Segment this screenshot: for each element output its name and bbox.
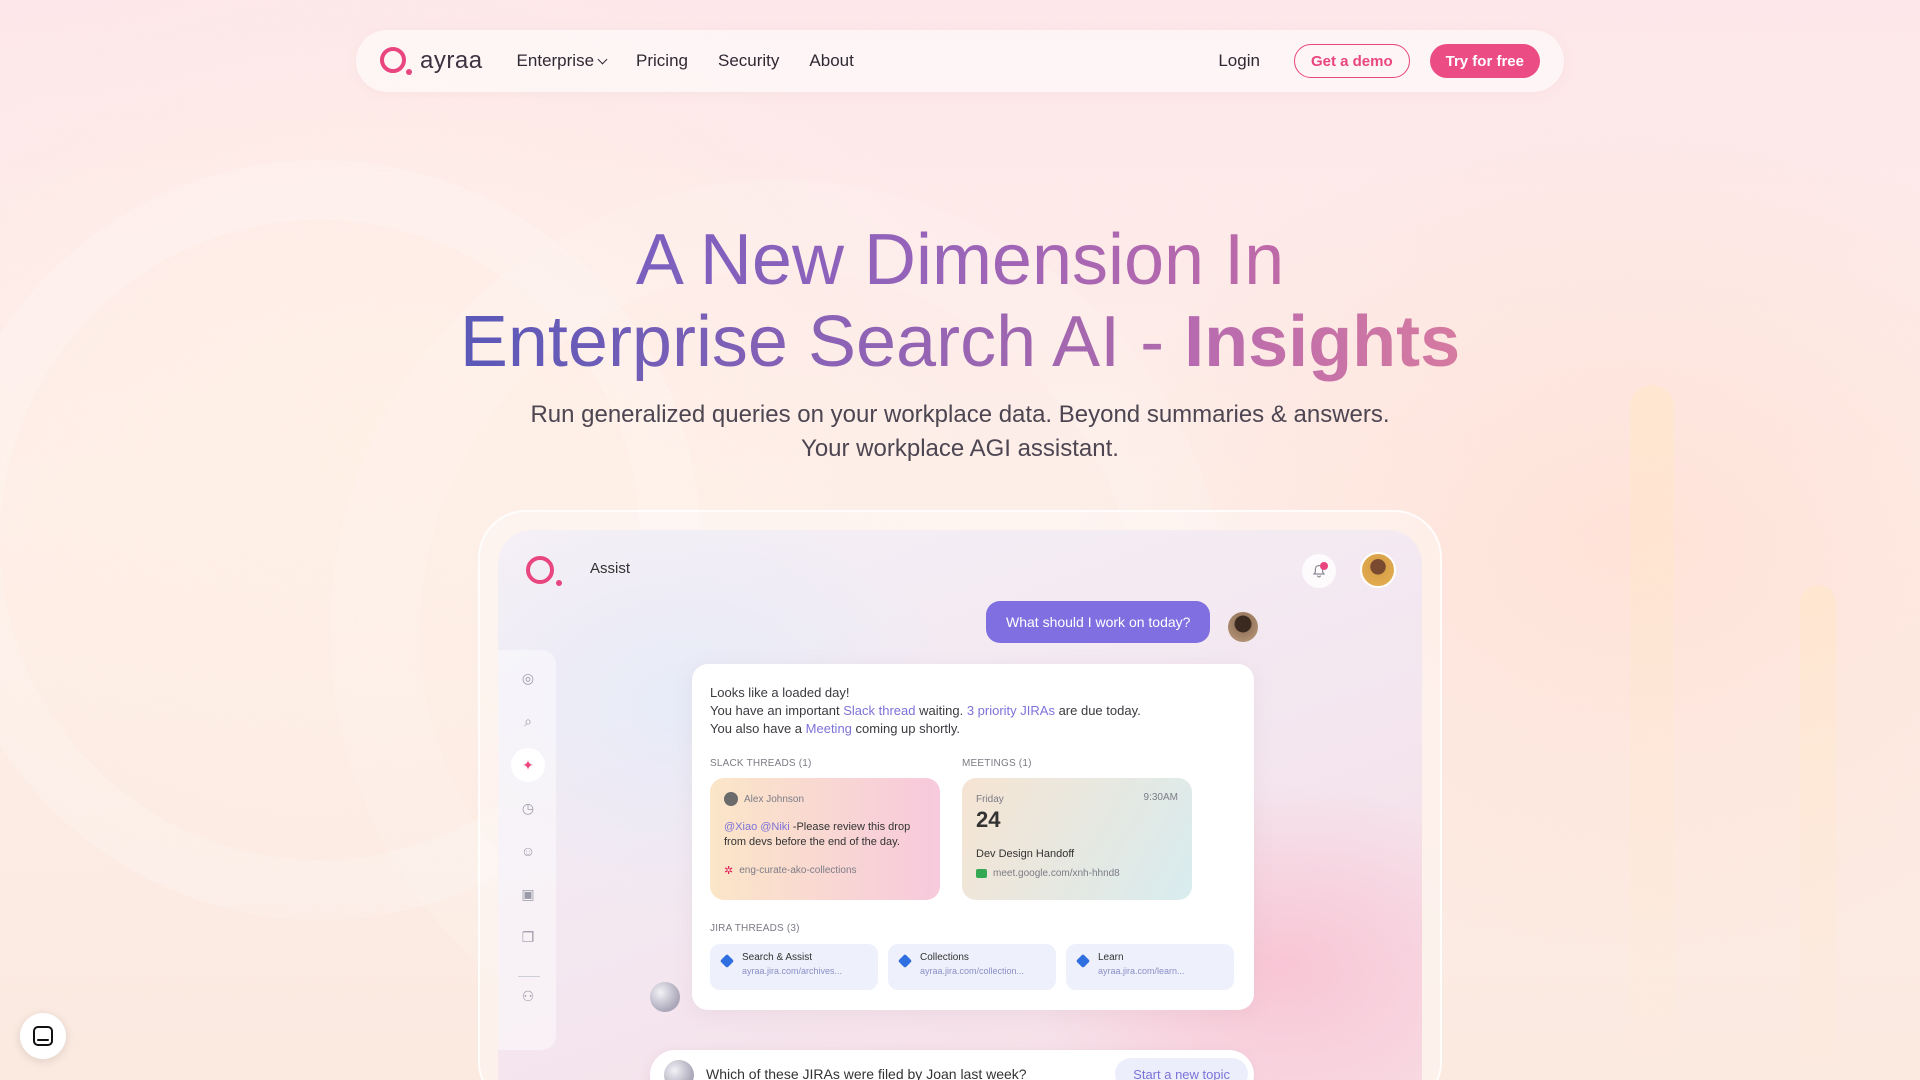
messages-icon[interactable]: ❐ (520, 929, 536, 945)
notification-badge (1320, 562, 1328, 570)
slack-channel-row: ✲ eng-curate-ako-collections (724, 864, 926, 877)
meeting-url[interactable]: meet.google.com/xnh-hhnd8 (993, 868, 1120, 879)
collection-icon[interactable]: ▣ (520, 886, 536, 902)
chat-icon (33, 1026, 53, 1046)
meeting-link[interactable]: Meeting (806, 721, 852, 736)
answer-text: waiting. (915, 703, 967, 718)
meeting-card[interactable]: Friday 9:30AM 24 Dev Design Handoff meet… (962, 778, 1192, 900)
hero-title-line1: A New Dimension In (0, 218, 1920, 302)
assistant-avatar (664, 1060, 694, 1080)
nav-item-label: About (809, 51, 854, 70)
answer-text: You have an important (710, 703, 844, 718)
jira-url: ayraa.jira.com/collection... (920, 966, 1025, 976)
search-icon[interactable]: ⌕ (520, 713, 536, 729)
background-pillar (1800, 585, 1836, 1080)
try-free-button[interactable]: Try for free (1429, 44, 1540, 78)
nav-item-pricing[interactable]: Pricing (636, 51, 688, 71)
priority-jiras-link[interactable]: 3 priority JIRAs (967, 703, 1055, 718)
slack-author: Alex Johnson (744, 793, 805, 805)
meeting-day: Friday (976, 794, 1004, 805)
team-icon[interactable]: ⚇ (520, 988, 536, 1004)
brand-name: ayraa (420, 47, 483, 74)
nav-item-security[interactable]: Security (718, 51, 779, 71)
hero-title-line2: Enterprise Search AI - Insights (0, 300, 1920, 384)
jira-card[interactable]: Collections ayraa.jira.com/collection... (888, 944, 1056, 990)
support-chat-button[interactable] (20, 1013, 66, 1059)
query-input-bar[interactable]: Which of these JIRAs were filed by Joan … (650, 1050, 1254, 1080)
slack-channel[interactable]: eng-curate-ako-collections (739, 865, 856, 876)
user-avatar[interactable] (1360, 552, 1396, 588)
nav-item-label: Pricing (636, 51, 688, 70)
answer-text: coming up shortly. (851, 721, 961, 736)
answer-text: are due today. (1054, 703, 1141, 718)
logo-icon (380, 45, 412, 77)
answer-text: You also have a (710, 721, 806, 736)
chevron-down-icon (597, 54, 608, 64)
query-input[interactable]: Which of these JIRAs were filed by Joan … (706, 1066, 1027, 1080)
new-topic-button[interactable]: Start a new topic (1115, 1058, 1248, 1080)
author-avatar (724, 792, 738, 806)
slack-thread-link[interactable]: Slack thread (843, 703, 915, 718)
brand-logo[interactable]: ayraa (380, 45, 483, 77)
nav-item-about[interactable]: About (809, 51, 853, 71)
slack-icon: ✲ (724, 865, 734, 877)
app-logo-icon (526, 554, 562, 590)
nav-item-enterprise[interactable]: Enterprise (516, 51, 608, 71)
jira-title: Collections (920, 952, 969, 963)
jira-title: Learn (1098, 952, 1124, 963)
message-user-avatar (1228, 612, 1258, 642)
nav-links: Enterprise Pricing Security About (517, 51, 854, 71)
slack-thread-card[interactable]: Alex Johnson @Xiao @Niki -Please review … (710, 778, 940, 900)
login-link[interactable]: Login (1218, 51, 1260, 71)
answer-line: You have an important Slack thread waiti… (710, 702, 1236, 720)
assistant-answer-card: Looks like a loaded day! You have an imp… (692, 664, 1254, 1010)
slack-message: @Xiao @Niki -Please review this drop fro… (724, 820, 926, 850)
jira-url: ayraa.jira.com/archives... (742, 966, 843, 976)
assistant-avatar (650, 982, 680, 1012)
jira-url: ayraa.jira.com/learn... (1098, 966, 1185, 976)
jira-icon (719, 953, 735, 969)
meeting-link-row: meet.google.com/xnh-hhnd8 (976, 868, 1178, 879)
meeting-title: Dev Design Handoff (976, 848, 1075, 860)
app-sidebar: ◎ ⌕ ✦ ◷ ☺ ▣ ❐ ⚇ (498, 650, 556, 1050)
nav-actions: Login Get a demo Try for free (1218, 44, 1540, 78)
slack-section-label: SLACK THREADS (1) (710, 758, 812, 769)
slack-mention: @Xiao @Niki (724, 821, 790, 833)
jira-icon (1075, 953, 1091, 969)
jira-section-label: JIRA THREADS (3) (710, 923, 800, 934)
app-title: Assist (590, 560, 631, 577)
meeting-time: 9:30AM (1143, 792, 1178, 803)
answer-line: You also have a Meeting coming up shortl… (710, 720, 1236, 738)
sparkle-icon[interactable]: ✦ (520, 757, 536, 773)
meeting-date: 24 (976, 807, 1001, 832)
slack-author-row: Alex Johnson (724, 792, 926, 806)
jira-title: Search & Assist (742, 952, 813, 963)
google-meet-icon (976, 869, 987, 878)
top-nav: ayraa Enterprise Pricing Security About … (356, 30, 1564, 92)
meetings-section-label: MEETINGS (1) (962, 758, 1032, 769)
jira-card[interactable]: Learn ayraa.jira.com/learn... (1066, 944, 1234, 990)
answer-line: Looks like a loaded day! (710, 685, 850, 700)
hero-subtitle-line2: Your workplace AGI assistant. (801, 435, 1119, 462)
get-demo-button[interactable]: Get a demo (1293, 44, 1410, 78)
hero-title-text: A New Dimension In (635, 220, 1285, 300)
nav-item-label: Security (718, 51, 780, 70)
notification-button[interactable] (1302, 554, 1336, 588)
jira-card[interactable]: Search & Assist ayraa.jira.com/archives.… (710, 944, 878, 990)
hero-subtitle-line1: Run generalized queries on your workplac… (530, 401, 1390, 428)
hero-title-highlight: Insights (1184, 302, 1461, 382)
history-icon[interactable]: ◷ (520, 800, 536, 816)
hero-title-text: Enterprise Search AI - (459, 302, 1185, 382)
app-preview: Assist ◎ ⌕ ✦ ◷ ☺ ▣ ❐ ⚇ What should I wor… (498, 530, 1422, 1080)
compass-icon[interactable]: ◎ (520, 670, 536, 686)
jira-icon (897, 953, 913, 969)
background-pillar (1630, 385, 1674, 1080)
chat-user-icon[interactable]: ☺ (520, 843, 536, 859)
user-message-bubble: What should I work on today? (986, 601, 1211, 643)
sidebar-divider (518, 976, 540, 977)
meeting-header: Friday 9:30AM (976, 790, 1178, 805)
nav-item-label: Enterprise (516, 51, 595, 70)
